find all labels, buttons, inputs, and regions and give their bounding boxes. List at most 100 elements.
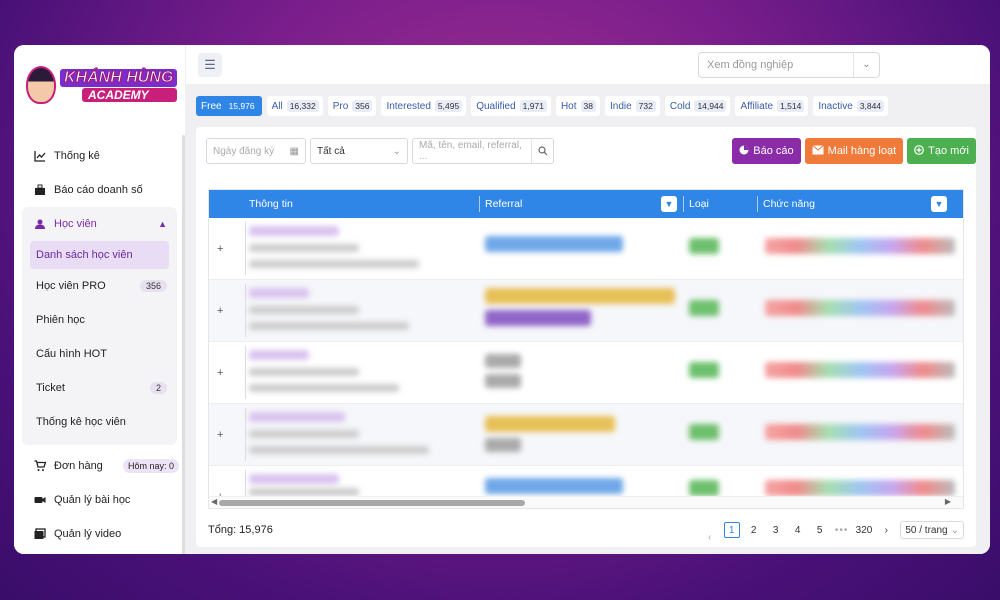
sidebar-item-thong-ke-hoc-vien[interactable]: Thống kê học viên — [22, 405, 177, 439]
sidebar-item-label: Quản lý video — [54, 528, 122, 540]
page-1[interactable]: 1 — [723, 522, 740, 538]
scroll-right-arrow-icon[interactable]: ▶ — [945, 497, 951, 506]
filter-tab-qualified[interactable]: Qualified 1,971 — [471, 96, 551, 116]
page-last[interactable]: 320 — [856, 522, 873, 538]
sidebar-item-danh-sach-hoc-vien[interactable]: Danh sách học viên — [30, 241, 169, 269]
brand-logo[interactable]: KHÁNH HÙNG ACADEMY — [14, 45, 185, 125]
sidebar-item-thong-ke[interactable]: Thống kê — [14, 139, 185, 173]
report-button[interactable]: Báo cáo — [732, 138, 801, 164]
next-page-icon[interactable]: › — [878, 522, 894, 538]
main-content: ☰ Xem đồng nghiệp ⌄ Free 15,976 All 16,332… — [186, 45, 990, 554]
chevron-down-icon: ⌄ — [392, 145, 401, 157]
sidebar-scrollbar[interactable] — [182, 135, 185, 554]
type-tag-blurred — [689, 362, 719, 378]
page-4[interactable]: 4 — [790, 522, 806, 538]
filter-icon[interactable]: ▼ — [661, 196, 677, 212]
referral-tag-blurred — [485, 478, 623, 494]
filter-label: Pro — [332, 100, 349, 112]
sidebar-item-quan-ly-video[interactable]: Quản lý video — [14, 517, 185, 551]
sidebar-item-label: Quản lý bài học — [54, 494, 131, 506]
filter-tab-interested[interactable]: Interested 5,495 — [381, 96, 467, 116]
table-row[interactable]: + — [209, 342, 963, 404]
page-ellipsis[interactable]: ••• — [834, 522, 850, 538]
referral-tag-blurred — [485, 288, 675, 304]
sidebar-item-don-hang[interactable]: Đơn hàng Hôm nay: 0 — [14, 449, 185, 483]
student-name-blurred — [249, 226, 339, 236]
table-row[interactable]: + — [209, 404, 963, 466]
plus-circle-icon — [914, 144, 925, 158]
scrollbar-thumb[interactable] — [219, 500, 525, 506]
referral-tag-blurred — [485, 438, 521, 452]
menu-toggle-button[interactable]: ☰ — [198, 52, 222, 77]
referral-tag-blurred — [485, 236, 623, 252]
prev-page-icon[interactable]: ‹ — [702, 522, 718, 543]
bulk-mail-button[interactable]: Mail hàng loạt — [804, 138, 904, 164]
page-3[interactable]: 3 — [768, 522, 784, 538]
type-tag-blurred — [689, 300, 719, 316]
filter-tab-cold[interactable]: Cold 14,944 — [664, 96, 731, 116]
sidebar-item-hoc-vien[interactable]: Học viên ▲ — [22, 207, 177, 241]
sidebar-item-hoc-vien-pro[interactable]: Học viên PRO 356 — [22, 269, 177, 303]
action-buttons-blurred[interactable] — [765, 480, 955, 496]
student-info-blurred — [249, 260, 419, 268]
sidebar-item-cau-hinh-hot[interactable]: Cấu hình HOT — [22, 337, 177, 371]
filter-label: Cold — [669, 100, 691, 112]
sidebar-nav: Thống kê Báo cáo doanh số Học viên ▲ Dan… — [14, 125, 185, 551]
filter-icon[interactable]: ▼ — [931, 196, 947, 212]
filter-count: 15,976 — [225, 100, 258, 112]
filter-tab-hot[interactable]: Hot 38 — [555, 96, 600, 116]
table-row[interactable]: + — [209, 280, 963, 342]
sidebar: KHÁNH HÙNG ACADEMY Thống kê Báo cáo doan… — [14, 45, 186, 554]
sidebar-item-phien-hoc[interactable]: Phiên học — [22, 303, 177, 337]
filter-label: Free — [201, 100, 222, 112]
page-size-select[interactable]: 50 / trang ⌄ — [900, 521, 964, 539]
sidebar-item-label: Học viên PRO — [36, 280, 106, 292]
column-loai[interactable]: Loại — [683, 190, 709, 218]
column-thong-tin[interactable]: Thông tin — [249, 190, 293, 218]
date-placeholder: Ngày đăng ký — [213, 145, 275, 157]
table-row[interactable]: + — [209, 218, 963, 280]
expand-row-button[interactable]: + — [217, 306, 227, 317]
action-buttons-blurred[interactable] — [765, 362, 955, 378]
brand-line1: KHÁNH HÙNG — [60, 68, 178, 87]
student-info-blurred — [249, 322, 409, 330]
filter-tab-inactive[interactable]: Inactive 3,844 — [813, 96, 889, 116]
search-input[interactable]: Mã, tên, email, referral, ... — [412, 138, 554, 164]
expand-row-button[interactable]: + — [217, 430, 227, 441]
filter-count: 356 — [352, 100, 373, 112]
colleague-placeholder: Xem đồng nghiệp — [707, 58, 794, 71]
sales-report-icon — [34, 184, 46, 196]
filter-count: 3,844 — [856, 100, 885, 112]
student-info-blurred — [249, 488, 359, 496]
action-buttons-blurred[interactable] — [765, 424, 955, 440]
page-2[interactable]: 2 — [746, 522, 762, 538]
sidebar-item-ticket[interactable]: Ticket 2 — [22, 371, 177, 405]
filter-tab-free[interactable]: Free 15,976 — [196, 96, 262, 116]
sidebar-item-bao-cao-doanh-so[interactable]: Báo cáo doanh số — [14, 173, 185, 207]
expand-row-button[interactable]: + — [217, 368, 227, 379]
page-5[interactable]: 5 — [812, 522, 828, 538]
sidebar-item-label: Báo cáo doanh số — [54, 184, 143, 196]
create-button[interactable]: Tạo mới — [907, 138, 976, 164]
registration-date-picker[interactable]: Ngày đăng ký ▦ — [206, 138, 306, 164]
sidebar-item-quan-ly-bai-hoc[interactable]: Quản lý bài học — [14, 483, 185, 517]
column-chuc-nang[interactable]: Chức năng — [757, 190, 815, 218]
type-tag-blurred — [689, 480, 719, 496]
type-tag-blurred — [689, 238, 719, 254]
filter-tab-all[interactable]: All 16,332 — [266, 96, 323, 116]
horizontal-scrollbar[interactable]: ◀ ▶ — [209, 496, 963, 508]
scroll-left-arrow-icon[interactable]: ◀ — [211, 497, 217, 506]
column-referral[interactable]: Referral — [479, 190, 522, 218]
search-icon[interactable] — [531, 139, 553, 163]
topbar: ☰ Xem đồng nghiệp ⌄ — [186, 45, 990, 85]
action-buttons-blurred[interactable] — [765, 300, 955, 316]
expand-row-button[interactable]: + — [217, 244, 227, 255]
referral-tag-blurred — [485, 374, 521, 388]
filter-tab-indie[interactable]: Indie 732 — [604, 96, 660, 116]
status-select[interactable]: Tất cả ⌄ — [310, 138, 408, 164]
action-buttons-blurred[interactable] — [765, 238, 955, 254]
filter-tab-affiliate[interactable]: Affiliate 1,514 — [735, 96, 809, 116]
filter-tab-pro[interactable]: Pro 356 — [327, 96, 377, 116]
colleague-select[interactable]: Xem đồng nghiệp ⌄ — [698, 51, 880, 78]
table-toolbar: Ngày đăng ký ▦ Tất cả ⌄ Mã, tên, email, … — [196, 127, 976, 165]
